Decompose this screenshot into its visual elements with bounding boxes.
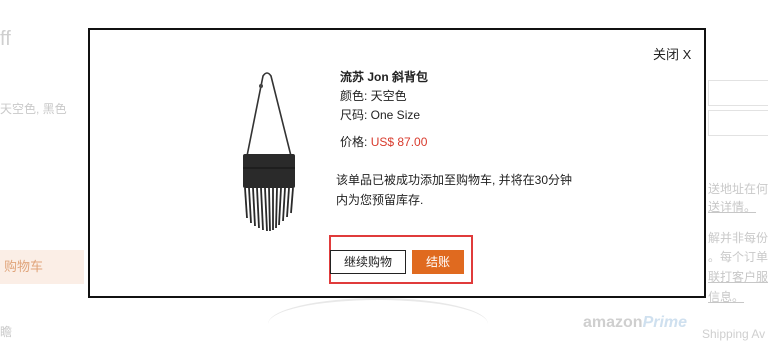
bg-right-link: 信息。	[708, 290, 745, 304]
bg-color-fragment: 天空色, 黑色	[0, 102, 67, 116]
product-info: 流苏 Jon 斜背包 颜色: 天空色 尺码: One Size 价格: US$ …	[340, 68, 428, 152]
amazon-prime-logo: amazonPrime	[583, 314, 687, 332]
price-value: US$ 87.00	[370, 135, 428, 149]
bg-right-line: 解并非每份	[708, 231, 768, 245]
bg-product-image	[268, 298, 488, 350]
product-price-row: 价格: US$ 87.00	[340, 133, 428, 152]
close-button[interactable]: 关闭 X	[653, 44, 691, 63]
product-name: 流苏 Jon 斜背包	[340, 70, 429, 84]
added-to-cart-dialog: 关闭 X 流苏 Jon 斜背包 颜色: 天空色 尺码: One Size 价格:…	[88, 28, 706, 298]
product-image	[235, 68, 305, 233]
bg-shipping-text: Shipping Av	[702, 327, 766, 341]
cart-confirmation-message: 该单品已被成功添加至购物车, 并将在30分钟 内为您预留库存.	[336, 170, 586, 210]
price-label: 价格:	[340, 135, 368, 149]
bg-input-box	[708, 110, 768, 136]
continue-shopping-button[interactable]: 继续购物	[330, 250, 406, 274]
product-color: 颜色: 天空色	[340, 89, 407, 103]
message-line: 该单品已被成功添加至购物车, 并将在30分钟	[336, 173, 573, 187]
bg-right-line: 联打客户服务	[708, 270, 768, 284]
bg-right-line: 送地址在何	[708, 182, 768, 196]
product-size: 尺码: One Size	[340, 108, 421, 122]
bg-side-fragment: 瞻	[0, 325, 13, 339]
bg-right-line: 。每个订单	[708, 250, 768, 264]
bg-right-link: 送详情。	[708, 200, 757, 214]
bg-input-box	[708, 80, 768, 106]
prime-wordmark: Prime	[642, 314, 688, 331]
amazon-wordmark: amazon	[583, 314, 643, 331]
bg-heading-fragment: ff	[0, 28, 11, 50]
fringe-bag-icon	[243, 72, 295, 232]
bg-cart-button: 购物车	[0, 250, 84, 284]
checkout-button[interactable]: 结账	[412, 250, 464, 274]
message-line: 内为您预留库存.	[336, 193, 424, 207]
